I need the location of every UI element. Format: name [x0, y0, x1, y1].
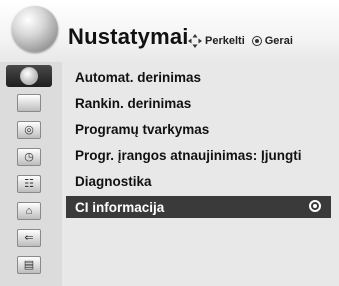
navigation-hint: Perkelti Gerai — [188, 34, 293, 48]
usb-media-icon: ▤ — [17, 256, 41, 274]
move-hint-label: Perkelti — [205, 35, 245, 47]
menu-item-label: CI informacija — [75, 199, 165, 215]
menu-item-ci-information[interactable]: CI informacija — [66, 196, 331, 218]
setup-icon — [20, 67, 38, 85]
sidebar-item-option[interactable]: ☷ — [6, 173, 52, 195]
ok-button-icon — [251, 36, 262, 46]
sidebar-item-picture[interactable] — [6, 92, 52, 114]
sidebar-item-lock[interactable]: ⌂ — [6, 200, 52, 222]
menu-item-software-update[interactable]: Progr. įrangos atnaujinimas: Įjungti — [66, 144, 331, 166]
sidebar-item-input[interactable]: ⇐ — [6, 227, 52, 249]
ok-hint-label: Gerai — [264, 35, 293, 47]
ok-select-icon — [309, 200, 321, 212]
menu-item-diagnostics[interactable]: Diagnostika — [66, 170, 331, 192]
setup-menu-list: Automat. derinimas Rankin. derinimas Pro… — [62, 62, 339, 286]
menu-item-auto-tuning[interactable]: Automat. derinimas — [66, 66, 331, 88]
sidebar-item-time[interactable]: ◷ — [6, 146, 52, 168]
move-arrows-icon — [188, 34, 202, 48]
sidebar-item-setup[interactable] — [6, 65, 52, 87]
menu-item-label: Programų tvarkymas — [75, 121, 210, 137]
menu-item-programme-edit[interactable]: Programų tvarkymas — [66, 118, 331, 140]
menu-item-label: Automat. derinimas — [75, 69, 202, 85]
sidebar-item-usb-media[interactable]: ▤ — [6, 254, 52, 276]
input-icon: ⇐ — [17, 229, 41, 247]
satellite-globe-icon — [12, 6, 58, 52]
sound-icon: ◎ — [17, 121, 41, 139]
picture-icon — [17, 94, 41, 112]
sidebar-item-sound[interactable]: ◎ — [6, 119, 52, 141]
menu-item-label: Progr. įrangos atnaujinimas: Įjungti — [75, 147, 302, 163]
menu-item-label: Diagnostika — [75, 173, 152, 189]
menu-header: Nustatymai Perkelti Gerai — [0, 0, 339, 62]
category-sidebar: ◎ ◷ ☷ ⌂ ⇐ ▤ — [0, 62, 62, 286]
page-title: Nustatymai — [68, 24, 189, 49]
lock-icon: ⌂ — [17, 202, 41, 220]
setup-menu-screen: Nustatymai Perkelti Gerai ◎ ◷ ☷ ⌂ ⇐ ▤ Au… — [0, 0, 339, 286]
menu-item-label: Rankin. derinimas — [75, 95, 192, 111]
time-icon: ◷ — [17, 148, 41, 166]
option-icon: ☷ — [17, 175, 41, 193]
menu-item-manual-tuning[interactable]: Rankin. derinimas — [66, 92, 331, 114]
